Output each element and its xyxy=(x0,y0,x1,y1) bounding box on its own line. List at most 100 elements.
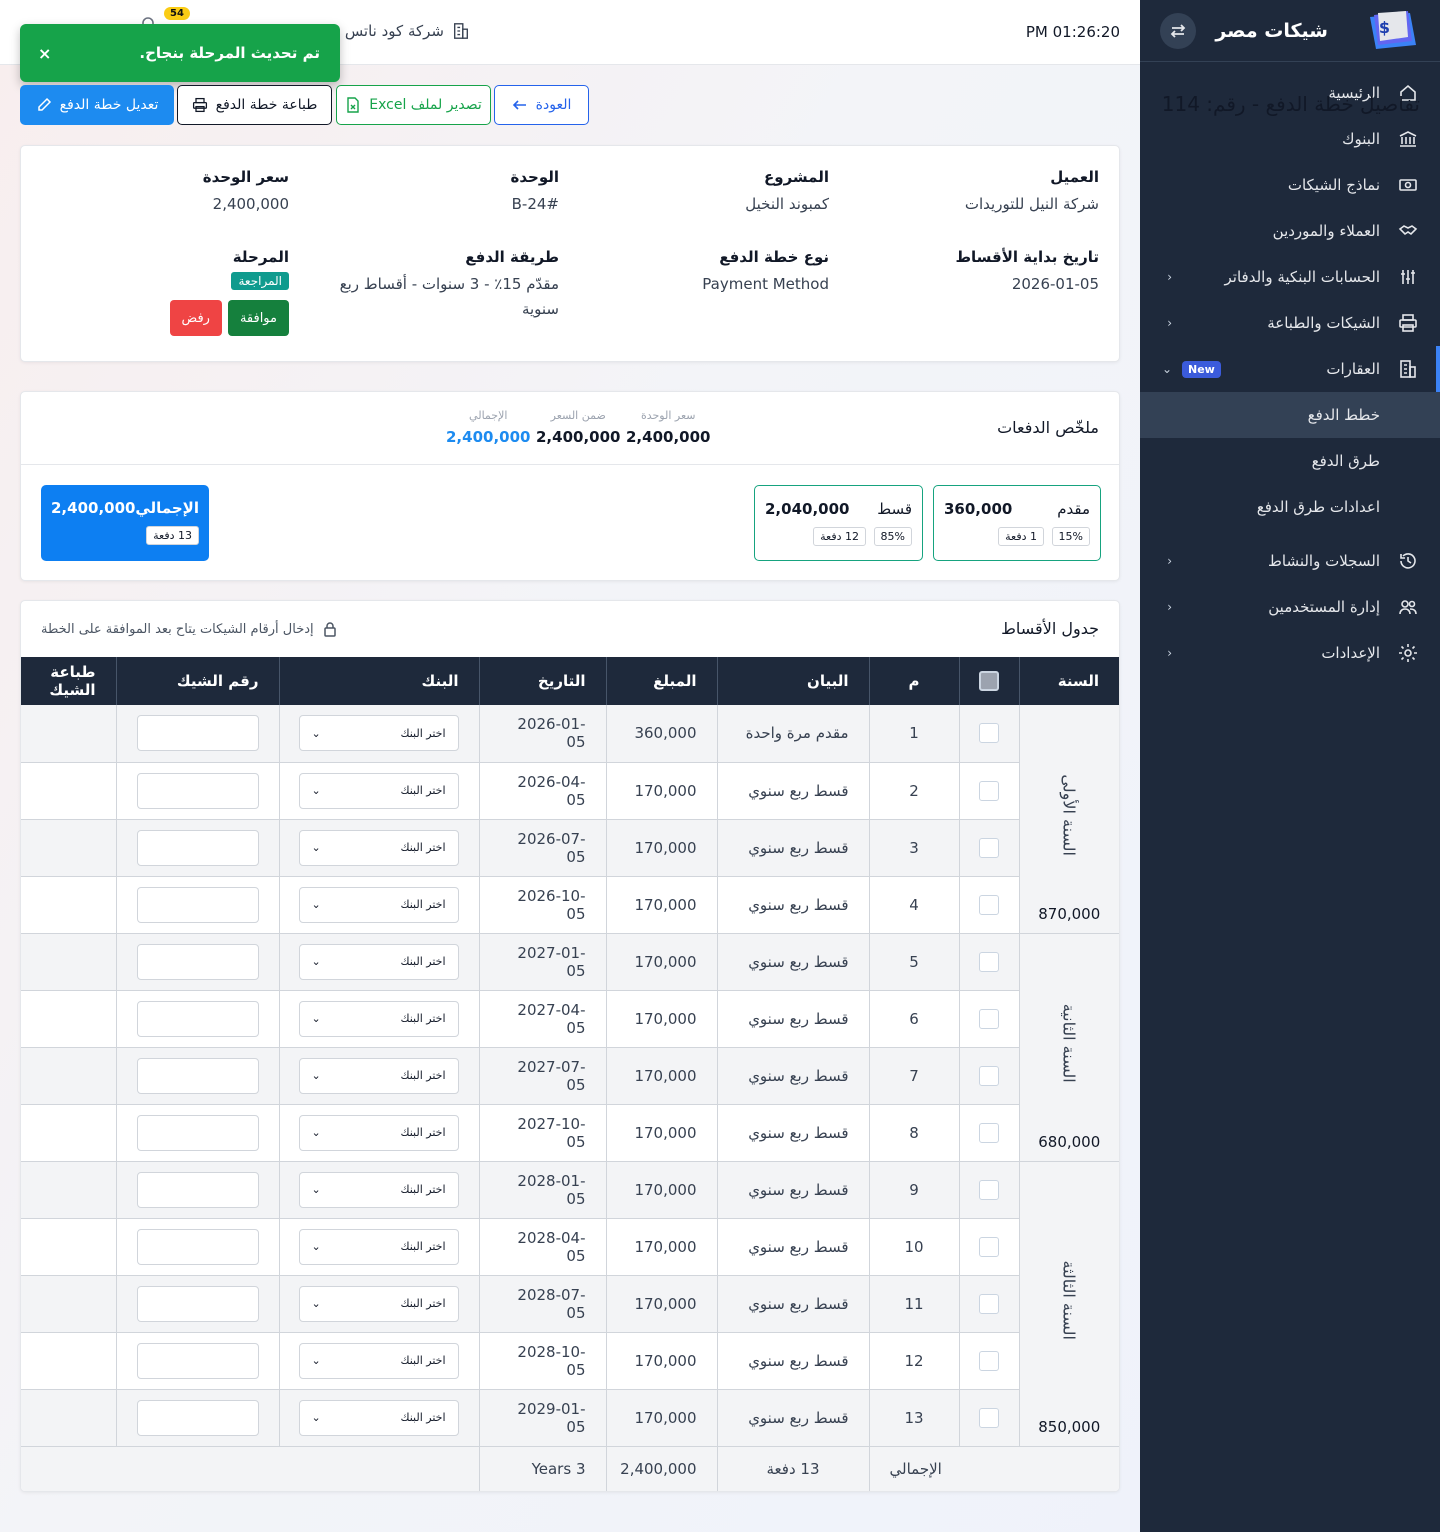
bank-select[interactable]: اختر البنك ⌄ xyxy=(298,715,459,752)
bank-select[interactable]: اختر البنك ⌄ xyxy=(298,1285,459,1322)
approve-button[interactable]: موافقة xyxy=(227,300,289,336)
edit-plan-button[interactable]: تعديل خطة الدفع xyxy=(20,85,174,125)
reject-button[interactable]: رفض xyxy=(169,300,222,336)
stage-status-badge: المراجعة xyxy=(231,272,289,290)
stage-field: المرحلة المراجعة موافقة رفض xyxy=(39,248,289,336)
bank-select[interactable]: اختر البنك ⌄ xyxy=(298,1000,459,1037)
row-checkbox[interactable] xyxy=(979,951,999,972)
count-chip: 1 دفعة xyxy=(998,527,1044,546)
check-number-input[interactable] xyxy=(136,715,259,752)
sidebar-toggle-button[interactable] xyxy=(1160,12,1196,49)
row-check-no-cell xyxy=(115,1218,279,1276)
sidebar-item-real-estate[interactable]: العقارات New ⌄ xyxy=(1140,346,1440,392)
bank-select[interactable]: اختر البنك ⌄ xyxy=(298,1171,459,1208)
sidebar-nav-bottom: السجلات والنشاط ‹ إدارة المستخدمين ‹ الإعد… xyxy=(1140,538,1440,676)
row-checkbox[interactable] xyxy=(979,837,999,858)
back-button[interactable]: العودة xyxy=(494,85,589,125)
table-note: إدخال أرقام الشيكات يتاح بعد الموافقة عل… xyxy=(41,621,338,637)
row-bank-cell: اختر البنك ⌄ xyxy=(278,705,479,763)
sidebar-item-clients[interactable]: العملاء والموردين xyxy=(1140,208,1440,254)
summary-unit-price: سعر الوحدة 2,400,000 xyxy=(626,409,711,446)
row-amount: 170,000 xyxy=(605,1218,717,1276)
bank-select[interactable]: اختر البنك ⌄ xyxy=(298,829,459,866)
row-checkbox[interactable] xyxy=(979,894,999,915)
row-check-no-cell xyxy=(115,1104,279,1162)
toast-close-button[interactable]: × xyxy=(38,44,51,63)
chevron-down-icon: ⌄ xyxy=(311,955,321,968)
row-checkbox[interactable] xyxy=(979,780,999,801)
export-excel-button[interactable]: تصدير لملف Excel xyxy=(336,85,491,125)
new-badge: New xyxy=(1182,360,1221,378)
row-bank-cell: اختر البنك ⌄ xyxy=(278,762,479,820)
row-checkbox[interactable] xyxy=(979,1179,999,1200)
check-number-input[interactable] xyxy=(136,1000,259,1037)
bank-select[interactable]: اختر البنك ⌄ xyxy=(298,943,459,980)
row-bank-cell: اختر البنك ⌄ xyxy=(278,819,479,877)
total-box: الإجمالي 2,400,000 13 دفعة xyxy=(41,485,209,561)
row-amount: 170,000 xyxy=(605,1389,717,1447)
row-desc: قسط ربع سنوي xyxy=(716,1161,869,1219)
summary-within-price: ضمن السعر 2,400,000 xyxy=(536,409,621,446)
sidebar-item-checks-printing[interactable]: الشيكات والطباعة ‹ xyxy=(1140,300,1440,346)
bank-select[interactable]: اختر البنك ⌄ xyxy=(298,1399,459,1436)
check-number-input[interactable] xyxy=(136,829,259,866)
bank-select[interactable]: اختر البنك ⌄ xyxy=(298,1342,459,1379)
bank-select[interactable]: اختر البنك ⌄ xyxy=(298,772,459,809)
sidebar-item-settings[interactable]: الإعدادات ‹ xyxy=(1140,630,1440,676)
check-number-input[interactable] xyxy=(136,886,259,923)
footer-years: 3 Years xyxy=(478,1446,606,1491)
row-date: 2027-04-05 xyxy=(478,990,606,1048)
footer-label: الإجمالي xyxy=(868,1446,1119,1491)
check-number-input[interactable] xyxy=(136,772,259,809)
check-number-input[interactable] xyxy=(136,1057,259,1094)
sidebar-subitem-payment-method-settings[interactable]: اعدادات طرق الدفع xyxy=(1140,484,1440,530)
row-checkbox[interactable] xyxy=(979,1122,999,1143)
check-number-input[interactable] xyxy=(136,1171,259,1208)
table-row: 2 قسط ربع سنوي 170,000 2026-04-05 اختر ا… xyxy=(21,762,1119,820)
check-number-input[interactable] xyxy=(136,1228,259,1265)
row-checkbox[interactable] xyxy=(979,1008,999,1029)
check-number-input[interactable] xyxy=(136,1114,259,1151)
row-desc: قسط ربع سنوي xyxy=(716,933,869,991)
check-number-input[interactable] xyxy=(136,1285,259,1322)
row-checkbox[interactable] xyxy=(979,1293,999,1314)
sidebar-item-users[interactable]: إدارة المستخدمين ‹ xyxy=(1140,584,1440,630)
year-group-cell: السنة الثانية 680,000 xyxy=(1018,933,1119,1162)
installments-table-card: جدول الأقساط إدخال أرقام الشيكات يتاح بع… xyxy=(20,600,1120,1492)
sidebar-item-logs[interactable]: السجلات والنشاط ‹ xyxy=(1140,538,1440,584)
select-all-checkbox[interactable] xyxy=(958,657,1019,705)
year-group-cell: السنة الأولى 870,000 xyxy=(1018,705,1119,934)
check-number-input[interactable] xyxy=(136,1342,259,1379)
row-date: 2029-01-05 xyxy=(478,1389,606,1447)
sidebar-item-banks[interactable]: البنوك xyxy=(1140,116,1440,162)
sidebar-item-check-templates[interactable]: نماذج الشيكات xyxy=(1140,162,1440,208)
sidebar-subitem-payment-methods[interactable]: طرق الدفع xyxy=(1140,438,1440,484)
row-date: 2026-07-05 xyxy=(478,819,606,877)
count-chip: 13 دفعة xyxy=(146,526,199,545)
row-checkbox[interactable] xyxy=(979,723,999,744)
row-checkbox[interactable] xyxy=(979,1065,999,1086)
row-checkbox[interactable] xyxy=(979,1236,999,1257)
row-date: 2026-10-05 xyxy=(478,876,606,934)
col-bank: البنك xyxy=(278,657,479,705)
row-no: 7 xyxy=(868,1047,959,1105)
sidebar-subitem-payment-plans[interactable]: خطط الدفع xyxy=(1140,392,1440,438)
company-switcher[interactable]: شركة كود ناتس xyxy=(345,22,470,40)
print-plan-button[interactable]: طباعة خطة الدفع xyxy=(177,85,332,125)
check-number-input[interactable] xyxy=(136,943,259,980)
bank-select[interactable]: اختر البنك ⌄ xyxy=(298,1057,459,1094)
arrow-left-icon xyxy=(512,100,526,110)
bank-select[interactable]: اختر البنك ⌄ xyxy=(298,1228,459,1265)
table-row: 10 قسط ربع سنوي 170,000 2028-04-05 اختر … xyxy=(21,1218,1119,1276)
building-icon xyxy=(1396,357,1420,381)
row-checkbox[interactable] xyxy=(979,1350,999,1371)
row-checkbox-cell xyxy=(958,1104,1019,1162)
check-number-input[interactable] xyxy=(136,1399,259,1436)
bank-select[interactable]: اختر البنك ⌄ xyxy=(298,886,459,923)
row-desc: قسط ربع سنوي xyxy=(716,1218,869,1276)
row-checkbox[interactable] xyxy=(979,1407,999,1428)
bank-select[interactable]: اختر البنك ⌄ xyxy=(298,1114,459,1151)
row-bank-cell: اختر البنك ⌄ xyxy=(278,876,479,934)
row-bank-cell: اختر البنك ⌄ xyxy=(278,1104,479,1162)
sidebar-item-bank-accounts[interactable]: الحسابات البنكية والدفاتر ‹ xyxy=(1140,254,1440,300)
